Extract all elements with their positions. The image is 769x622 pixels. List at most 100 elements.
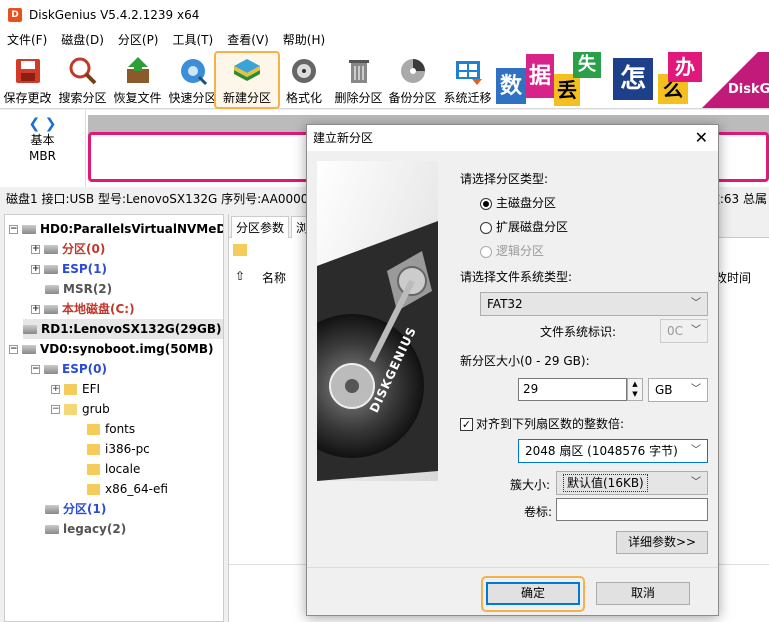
new-partition-button[interactable]: 新建分区	[214, 51, 280, 109]
menu-partition[interactable]: 分区(P)	[111, 29, 166, 51]
partition-icon	[45, 525, 59, 534]
sort-up-icon[interactable]: ⇧	[235, 269, 245, 283]
primary-partition-radio[interactable]: 主磁盘分区	[480, 194, 556, 211]
format-icon	[288, 55, 320, 87]
cluster-size-label: 簇大小:	[510, 478, 551, 492]
partition-icon	[44, 305, 58, 314]
search-icon	[67, 55, 99, 87]
partition-icon	[44, 265, 58, 274]
column-time-header[interactable]: 改时间	[715, 269, 751, 286]
size-input[interactable]: 29	[518, 378, 627, 401]
fs-id-select: 0C ﹀	[660, 319, 708, 343]
disk-icon	[22, 225, 36, 234]
extended-partition-radio[interactable]: 扩展磁盘分区	[480, 218, 568, 235]
tab-partition-params[interactable]: 分区参数	[231, 216, 290, 238]
disk-icon	[22, 345, 36, 354]
folder-icon	[64, 384, 77, 395]
backup-partition-button[interactable]: 备份分区	[385, 51, 440, 109]
delete-partition-button[interactable]: 删除分区	[331, 51, 386, 109]
size-label: 新分区大小(0 - 29 GB):	[460, 354, 590, 368]
cancel-button[interactable]: 取消	[596, 582, 690, 605]
tree-item-i386-pc[interactable]: i386-pc	[87, 439, 150, 459]
tree-item-legacy2[interactable]: legacy(2)	[45, 519, 126, 539]
recover-icon	[122, 55, 154, 87]
disk-tree: − HD0:ParallelsVirtualNVMeD + 分区(0) + ESP(1…	[4, 214, 224, 622]
hard-disk-illustration: DISKGENIUS	[317, 161, 438, 481]
folder-icon	[87, 464, 100, 475]
tree-item-fonts[interactable]: fonts	[87, 419, 135, 439]
migrate-icon	[452, 55, 484, 87]
disk-nav: ❮ ❯ 基本 MBR	[0, 110, 86, 187]
tree-item-grub[interactable]: − grub	[51, 399, 110, 419]
fs-id-label: 文件系统标识:	[540, 325, 617, 339]
tree-item-rd1[interactable]: RD1:LenovoSX132G(29GB)	[23, 319, 223, 339]
new-partition-icon	[231, 55, 263, 87]
backup-icon	[397, 55, 429, 87]
close-icon[interactable]: ✕	[695, 125, 708, 151]
tree-item-x86-64-efi[interactable]: x86_64-efi	[87, 479, 168, 499]
tree-item-esp0[interactable]: − ESP(0)	[31, 359, 107, 379]
partition-icon	[45, 285, 59, 294]
align-checkbox[interactable]: ✓ 对齐到下列扇区数的整数倍:	[460, 415, 624, 432]
app-logo-icon: D	[8, 7, 22, 22]
tree-item-esp1[interactable]: + ESP(1)	[31, 259, 107, 279]
tree-item-hd0[interactable]: − HD0:ParallelsVirtualNVMeD	[9, 219, 223, 239]
disk-info-left: 磁盘1 接口:USB 型号:LenovoSX132G 序列号:AA00000	[6, 192, 317, 206]
folder-open-icon	[64, 404, 77, 415]
partition-type-label: 请选择分区类型:	[460, 172, 549, 186]
disk-type-label: 基本	[30, 133, 55, 147]
chevron-down-icon: ﹀	[691, 384, 701, 395]
disk-nav-arrows-icon[interactable]: ❮ ❯	[0, 116, 85, 132]
system-migrate-button[interactable]: 系统迁移	[440, 51, 495, 109]
menu-help[interactable]: 帮助(H)	[276, 29, 332, 51]
recover-files-button[interactable]: 恢复文件	[110, 51, 165, 109]
quick-partition-icon	[177, 55, 209, 87]
new-partition-dialog: 建立新分区 ✕ DISKGENIUS 请选择分区类型: 主磁盘分区 扩展磁盘分区…	[306, 124, 719, 616]
quick-partition-button[interactable]: 快速分区	[165, 51, 220, 109]
volume-label-input[interactable]	[556, 498, 708, 521]
menu-disk[interactable]: 磁盘(D)	[54, 29, 111, 51]
chevron-down-icon: ﹀	[691, 445, 701, 456]
size-stepper[interactable]: ▲ ▼	[627, 378, 643, 401]
folder-icon	[87, 444, 100, 455]
partition-icon	[44, 365, 58, 374]
fs-type-select[interactable]: FAT32 ﹀	[480, 292, 708, 316]
chevron-down-icon: ﹀	[691, 477, 701, 488]
partition-icon	[45, 505, 59, 514]
tree-item-local-c[interactable]: + 本地磁盘(C:)	[31, 299, 135, 319]
tree-item-partition0[interactable]: + 分区(0)	[31, 239, 105, 259]
align-select[interactable]: 2048 扇区 (1048576 字节) ﹀	[518, 439, 708, 463]
column-name-header[interactable]: 名称	[262, 269, 286, 286]
tree-item-locale[interactable]: locale	[87, 459, 140, 479]
fs-type-label: 请选择文件系统类型:	[460, 270, 573, 284]
dialog-title: 建立新分区	[313, 131, 374, 145]
tree-item-efi[interactable]: + EFI	[51, 379, 100, 399]
delete-icon	[343, 55, 375, 87]
menu-file[interactable]: 文件(F)	[0, 29, 54, 51]
save-changes-button[interactable]: 保存更改	[0, 51, 55, 109]
logical-partition-radio: 逻辑分区	[480, 242, 544, 259]
disk-icon	[23, 325, 37, 334]
chevron-down-icon: ﹀	[691, 325, 701, 336]
size-unit-select[interactable]: GB ﹀	[648, 378, 708, 402]
menu-bar: 文件(F) 磁盘(D) 分区(P) 工具(T) 查看(V) 帮助(H)	[0, 29, 769, 51]
menu-view[interactable]: 查看(V)	[220, 29, 276, 51]
dialog-title-bar: 建立新分区 ✕	[307, 125, 718, 151]
folder-icon	[233, 244, 247, 256]
promo-banner[interactable]: 数 据 丢 失 怎 么 办 DiskGe	[496, 52, 769, 108]
save-icon	[11, 55, 44, 87]
tree-item-partition1[interactable]: 分区(1)	[45, 499, 106, 519]
volume-label-label: 卷标:	[524, 505, 553, 519]
partition-style-label: MBR	[29, 149, 56, 163]
folder-icon	[87, 424, 100, 435]
banner-brand: DiskGe	[728, 82, 769, 97]
title-bar: D DiskGenius V5.4.2.1239 x64	[0, 0, 769, 29]
advanced-params-button[interactable]: 详细参数>>	[616, 531, 708, 554]
tree-item-msr2[interactable]: MSR(2)	[45, 279, 112, 299]
search-partition-button[interactable]: 搜索分区	[55, 51, 110, 109]
menu-tools[interactable]: 工具(T)	[166, 29, 221, 51]
format-button[interactable]: 格式化	[280, 51, 328, 109]
ok-button[interactable]: 确定	[486, 582, 580, 605]
cluster-size-select[interactable]: 默认值(16KB) ﹀	[556, 471, 708, 495]
tree-item-vd0[interactable]: − VD0:synoboot.img(50MB)	[9, 339, 213, 359]
